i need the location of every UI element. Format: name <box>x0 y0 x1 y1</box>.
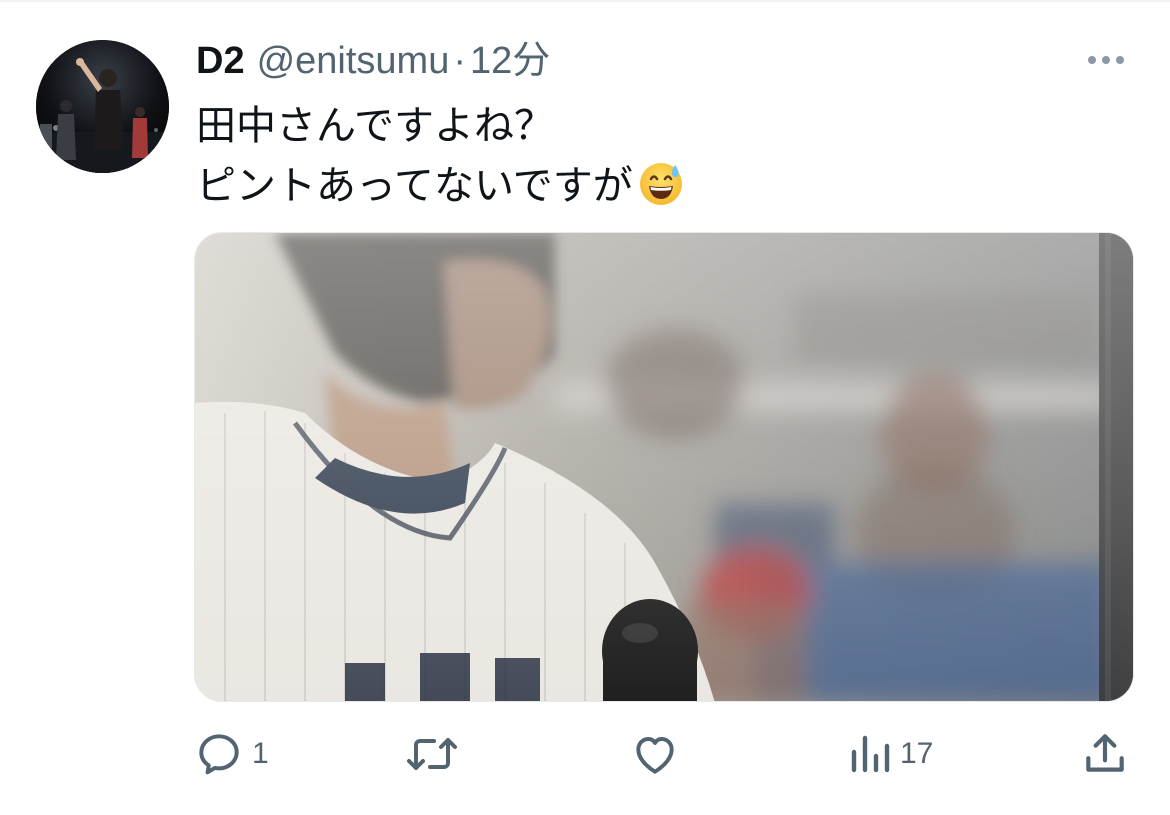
share-button[interactable] <box>1080 726 1130 782</box>
more-dot <box>1116 56 1124 64</box>
avatar[interactable] <box>36 40 169 173</box>
tweet-text-line: ピントあってないですが <box>196 164 633 208</box>
retweet-icon <box>407 738 457 770</box>
author-handle[interactable]: @enitsumu <box>257 38 450 84</box>
tweet: D2 @enitsumu · 12分 田中さんですよね？ ピントあってないですが <box>0 0 1170 815</box>
tweet-actions-bar: 1 17 <box>194 726 1134 782</box>
tweet-header: D2 @enitsumu · 12分 <box>196 38 550 84</box>
views-button[interactable]: 17 <box>848 726 933 782</box>
heart-icon <box>636 737 674 774</box>
grinning-face-with-sweat-icon <box>639 163 682 205</box>
retweet-button[interactable] <box>404 726 460 782</box>
more-options-button[interactable] <box>1082 44 1130 76</box>
more-dots-icon <box>1088 56 1096 64</box>
photo-image <box>195 233 1133 701</box>
views-icon <box>851 735 890 773</box>
tweet-timestamp[interactable]: 12分 <box>470 38 550 84</box>
reply-button[interactable]: 1 <box>194 726 269 782</box>
tweet-text-line: 田中さんですよね？ <box>196 104 554 148</box>
views-count: 17 <box>900 737 934 770</box>
avatar-photo <box>36 40 169 173</box>
tweet-text-line-2: ピントあってないですが <box>196 156 1096 216</box>
more-dot <box>1102 56 1110 64</box>
like-button[interactable] <box>630 726 680 782</box>
author-display-name[interactable]: D2 <box>196 38 245 84</box>
tweet-text: 田中さんですよね？ ピントあってないですが <box>196 96 1096 216</box>
reply-icon <box>199 734 239 775</box>
reply-count: 1 <box>252 737 269 770</box>
tweet-media-photo[interactable] <box>194 232 1134 702</box>
header-separator: · <box>453 40 466 82</box>
share-icon <box>1086 734 1124 772</box>
